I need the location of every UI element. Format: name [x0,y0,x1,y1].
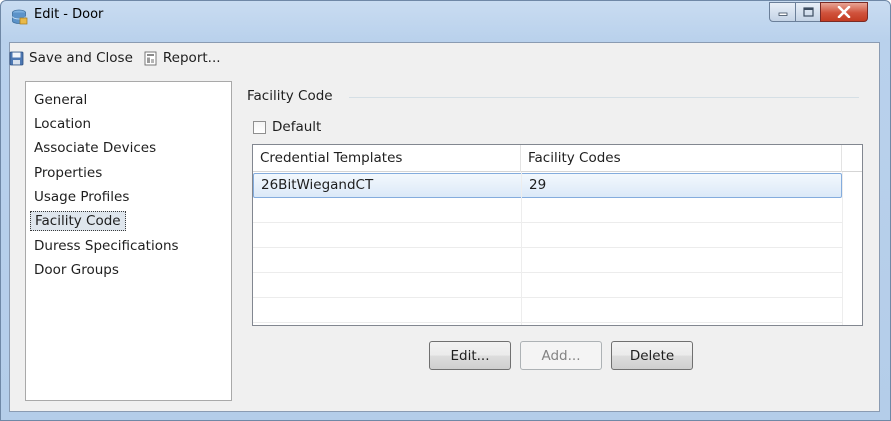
empty-row [253,298,842,323]
default-checkbox-row[interactable]: Default [253,119,321,135]
cell-credential-template: 26BitWiegandCT [261,177,374,193]
minimize-icon [778,12,787,16]
close-button[interactable] [820,2,868,22]
nav-item-location[interactable]: Location [30,114,95,134]
window-title: Edit - Door [34,7,104,22]
nav-item-properties[interactable]: Properties [30,163,106,183]
save-and-close-label: Save and Close [29,50,133,66]
nav-item-duress-specifications[interactable]: Duress Specifications [30,236,183,256]
maximize-button[interactable] [795,2,821,22]
facility-code-grid: Credential Templates Facility Codes 26Bi… [252,144,863,326]
edit-door-window: Edit - Door Save and Close Report... Gen… [0,0,891,421]
column-divider [842,172,843,325]
title-bar[interactable]: Edit - Door [1,1,890,31]
save-and-close-button[interactable]: Save and Close [9,50,133,66]
minimize-button[interactable] [769,2,796,22]
cell-facility-code: 29 [529,177,547,193]
empty-row [253,273,842,298]
nav-item-door-groups[interactable]: Door Groups [30,260,123,280]
column-divider [521,172,522,325]
nav-item-associate-devices[interactable]: Associate Devices [30,138,160,158]
nav-item-usage-profiles[interactable]: Usage Profiles [30,187,133,207]
group-divider [349,97,859,98]
section-nav-list: General Location Associate Devices Prope… [25,81,232,401]
default-checkbox-label: Default [272,119,322,135]
nav-item-general[interactable]: General [30,90,91,110]
empty-row [253,248,842,273]
report-icon [144,51,157,65]
panel-title: Facility Code [247,88,333,104]
nav-item-facility-code[interactable]: Facility Code [30,211,126,231]
database-icon [12,9,28,25]
column-header-credential-templates[interactable]: Credential Templates [253,145,521,172]
empty-row [253,223,842,248]
floppy-disk-icon [9,51,24,65]
toolbar: Save and Close Report... [9,46,221,70]
column-header-facility-codes[interactable]: Facility Codes [521,145,842,172]
table-row[interactable]: 26BitWiegandCT 29 [253,173,842,198]
add-button[interactable]: Add... [520,341,602,370]
report-button[interactable]: Report... [143,50,221,66]
grid-header: Credential Templates Facility Codes [253,145,862,172]
default-checkbox[interactable] [253,120,266,134]
report-label: Report... [162,50,221,66]
maximize-icon [802,7,814,17]
edit-button[interactable]: Edit... [429,341,511,370]
close-icon [837,6,851,18]
empty-row [253,198,842,223]
delete-button[interactable]: Delete [611,341,693,370]
